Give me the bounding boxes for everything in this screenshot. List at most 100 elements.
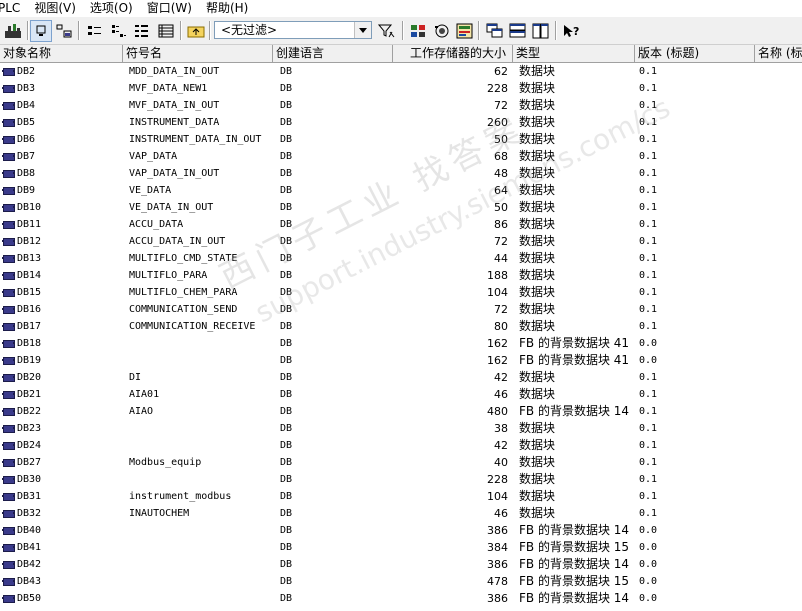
symbol-name: VAP_DATA <box>129 151 178 162</box>
table-row[interactable]: DB12 ACCU_DATA_IN_OUT DB 72 数据块 0.1 <box>0 233 802 250</box>
work-memory-size: 386 <box>487 524 508 537</box>
menu-help[interactable]: 帮助(H) <box>206 0 248 16</box>
menu-bar: PLC 视图(V) 选项(O) 窗口(W) 帮助(H) <box>0 0 802 16</box>
small-icons-icon[interactable] <box>53 20 75 42</box>
table-row[interactable]: DB10 VE_DATA_IN_OUT DB 50 数据块 0.1 <box>0 199 802 216</box>
table-row[interactable]: DB32 INAUTOCHEM DB 46 数据块 0.1 <box>0 505 802 522</box>
table-row[interactable]: DB8 VAP_DATA_IN_OUT DB 48 数据块 0.1 <box>0 165 802 182</box>
go-up-icon[interactable] <box>185 20 207 42</box>
symbol-name <box>129 539 269 556</box>
simulation-icon[interactable] <box>408 20 430 42</box>
table-row[interactable]: DB7 VAP_DATA DB 68 数据块 0.1 <box>0 148 802 165</box>
list-icon[interactable] <box>84 20 106 42</box>
table-row[interactable]: DB30 DB 228 数据块 0.1 <box>0 471 802 488</box>
table-row[interactable]: DB6 INSTRUMENT_DATA_IN_OUT DB 50 数据块 0.1 <box>0 131 802 148</box>
table-row[interactable]: DB31 instrument_modbus DB 104 数据块 0.1 <box>0 488 802 505</box>
col-language[interactable]: 创建语言 <box>273 45 393 62</box>
table-row[interactable]: DB15 MULTIFLO_CHEM_PARA DB 104 数据块 0.1 <box>0 284 802 301</box>
version: 0.1 <box>639 457 658 468</box>
work-memory-size: 72 <box>494 303 508 316</box>
chevron-down-icon[interactable] <box>354 22 371 38</box>
table-row[interactable]: DB19 DB 162 FB 的背景数据块 41 0.0 <box>0 352 802 369</box>
table-row[interactable]: DB13 MULTIFLO_CMD_STATE DB 44 数据块 0.1 <box>0 250 802 267</box>
table-row[interactable]: DB24 DB 42 数据块 0.1 <box>0 437 802 454</box>
menu-window[interactable]: 窗口(W) <box>147 0 192 16</box>
arrange-horizontal-icon[interactable] <box>507 20 529 42</box>
table-row[interactable]: DB22 AIAO DB 480 FB 的背景数据块 14 0.1 <box>0 403 802 420</box>
work-memory-size: 46 <box>494 388 508 401</box>
data-block-icon <box>2 390 15 399</box>
block-type: 数据块 <box>519 472 556 486</box>
table-row[interactable]: DB9 VE_DATA DB 64 数据块 0.1 <box>0 182 802 199</box>
col-symbol-name[interactable]: 符号名 <box>123 45 273 62</box>
work-memory-size: 480 <box>487 405 508 418</box>
object-name: DB3 <box>17 83 36 94</box>
table-row[interactable]: DB23 DB 38 数据块 0.1 <box>0 420 802 437</box>
table-row[interactable]: DB42 DB 386 FB 的背景数据块 14 0.0 <box>0 556 802 573</box>
large-icons-icon[interactable] <box>30 20 52 42</box>
arrange-vertical-icon[interactable] <box>530 20 552 42</box>
col-type[interactable]: 类型 <box>513 45 635 62</box>
version: 0.1 <box>639 117 658 128</box>
filter-icon[interactable] <box>376 20 398 42</box>
accessible-nodes-icon[interactable] <box>2 20 24 42</box>
table-row[interactable]: DB18 DB 162 FB 的背景数据块 41 0.0 <box>0 335 802 352</box>
table-row[interactable]: DB16 COMMUNICATION_SEND DB 72 数据块 0.1 <box>0 301 802 318</box>
col-name[interactable]: 名称 (标 <box>755 45 802 62</box>
object-name-cell: DB17 <box>2 318 120 335</box>
table-row[interactable]: DB21 AIA01 DB 46 数据块 0.1 <box>0 386 802 403</box>
table-row[interactable]: DB3 MVF_DATA_NEW1 DB 228 数据块 0.1 <box>0 80 802 97</box>
symbol-name <box>129 522 269 539</box>
table-row[interactable]: DB20 DI DB 42 数据块 0.1 <box>0 369 802 386</box>
tree-icon[interactable] <box>131 20 153 42</box>
block-type: FB 的背景数据块 14 <box>519 404 630 418</box>
col-object-name[interactable]: 对象名称 <box>0 45 123 62</box>
created-language: DB <box>280 559 293 570</box>
symbol-name <box>129 420 269 437</box>
table-row[interactable]: DB41 DB 384 FB 的背景数据块 15 0.0 <box>0 539 802 556</box>
object-name-cell: DB31 <box>2 488 120 505</box>
table-row[interactable]: DB27 Modbus_equip DB 40 数据块 0.1 <box>0 454 802 471</box>
menu-plc[interactable]: PLC <box>0 0 20 16</box>
menu-view[interactable]: 视图(V) <box>34 0 76 16</box>
work-memory-size: 50 <box>494 201 508 214</box>
table-row[interactable]: DB40 DB 386 FB 的背景数据块 14 0.0 <box>0 522 802 539</box>
block-type: 数据块 <box>519 438 556 452</box>
object-name: DB10 <box>17 202 42 213</box>
object-name-cell: DB16 <box>2 301 120 318</box>
object-name: DB8 <box>17 168 36 179</box>
table-view-icon[interactable] <box>155 20 177 42</box>
block-type: 数据块 <box>519 217 556 231</box>
created-language: DB <box>280 219 293 230</box>
table-row[interactable]: DB4 MVF_DATA_IN_OUT DB 72 数据块 0.1 <box>0 97 802 114</box>
details-icon[interactable] <box>108 20 130 42</box>
object-name: DB18 <box>17 338 42 349</box>
toolbar: <无过滤> ? <box>0 17 802 45</box>
data-block-icon <box>2 254 15 263</box>
help-icon[interactable]: ? <box>560 20 582 42</box>
table-row[interactable]: DB5 INSTRUMENT_DATA DB 260 数据块 0.1 <box>0 114 802 131</box>
table-row[interactable]: DB43 DB 478 FB 的背景数据块 15 0.0 <box>0 573 802 590</box>
monitor-icon[interactable] <box>431 20 453 42</box>
version: 0.1 <box>639 423 658 434</box>
table-row[interactable]: DB14 MULTIFLO_PARA DB 188 数据块 0.1 <box>0 267 802 284</box>
symbol-name: VAP_DATA_IN_OUT <box>129 168 220 179</box>
symbol-name: DI <box>129 372 142 383</box>
col-work-memory[interactable]: 工作存储器的大小 <box>393 45 513 62</box>
object-name-cell: DB32 <box>2 505 120 522</box>
table-row[interactable]: DB11 ACCU_DATA DB 86 数据块 0.1 <box>0 216 802 233</box>
cascade-icon[interactable] <box>484 20 506 42</box>
table-row[interactable]: DB17 COMMUNICATION_RECEIVE DB 80 数据块 0.1 <box>0 318 802 335</box>
table-row[interactable]: DB50 DB 386 FB 的背景数据块 14 0.0 <box>0 590 802 607</box>
data-block-icon <box>2 509 15 518</box>
object-name: DB4 <box>17 100 36 111</box>
table-row[interactable]: DB2 MDD_DATA_IN_OUT DB 62 数据块 0.1 <box>0 63 802 80</box>
symbol-name: INAUTOCHEM <box>129 508 190 519</box>
module-info-icon[interactable] <box>454 20 476 42</box>
filter-select[interactable]: <无过滤> <box>214 21 372 39</box>
object-name: DB6 <box>17 134 36 145</box>
col-version[interactable]: 版本 (标题) <box>635 45 755 62</box>
menu-options[interactable]: 选项(O) <box>90 0 133 16</box>
data-block-icon <box>2 356 15 365</box>
version: 0.1 <box>639 83 658 94</box>
